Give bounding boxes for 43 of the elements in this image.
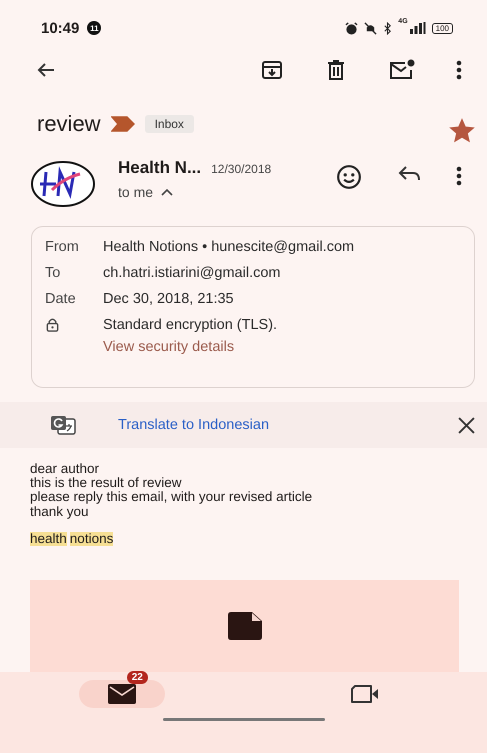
detail-label: Date — [45, 291, 77, 307]
message-line: dear author — [30, 462, 100, 476]
detail-value: Health Notions • hunescite@gmail.com — [103, 239, 354, 255]
inbox-label[interactable]: Inbox — [144, 115, 194, 133]
detail-value: ch.hatri.istiarini@gmail.com — [103, 265, 280, 281]
star-icon[interactable] — [449, 118, 475, 144]
security-details-link[interactable]: View security details — [103, 339, 278, 355]
lock-icon — [45, 317, 60, 332]
sender-logo — [30, 160, 96, 208]
sender-name: Health N... — [118, 158, 202, 178]
signal-icon — [410, 22, 426, 34]
highlighted-word: notions — [70, 532, 114, 546]
emoji-reaction-icon[interactable] — [336, 164, 362, 190]
nav-tab[interactable] — [78, 680, 165, 708]
mute-icon — [364, 22, 378, 34]
notification-count: 11 — [87, 21, 102, 35]
message-line: thank you — [30, 504, 89, 519]
translate-icon — [50, 415, 76, 435]
video-camera-icon — [351, 684, 380, 703]
bluetooth-icon — [383, 22, 392, 34]
email-date: 12/30/2018 — [211, 162, 272, 176]
attachment-preview[interactable] — [30, 580, 459, 672]
close-icon[interactable] — [458, 416, 475, 434]
file-icon — [228, 612, 262, 640]
message-line: please reply this email, with your revised article — [30, 490, 314, 505]
more-icon[interactable] — [456, 164, 462, 188]
mark-unread-icon[interactable] — [388, 58, 416, 82]
caret-icon[interactable] — [161, 188, 174, 196]
highlighted-word: health — [30, 532, 67, 546]
more-icon[interactable] — [456, 58, 462, 82]
archive-icon[interactable] — [260, 58, 284, 82]
battery-level: 100 — [432, 22, 453, 34]
recipient-summary: to me — [118, 184, 154, 200]
email-subject: review — [37, 111, 101, 137]
mail-icon — [108, 684, 136, 704]
message-line: this is the result of review — [30, 476, 183, 490]
detail-label: To — [45, 265, 62, 281]
detail-label: From — [45, 239, 80, 255]
encryption-text: Standard encryption (TLS). — [103, 317, 278, 333]
status-time: 10:49 — [41, 20, 80, 36]
detail-value: Dec 30, 2018, 21:35 — [103, 291, 234, 307]
translate-link[interactable]: Translate to Indonesian — [118, 417, 270, 433]
alarm-icon — [345, 22, 358, 34]
